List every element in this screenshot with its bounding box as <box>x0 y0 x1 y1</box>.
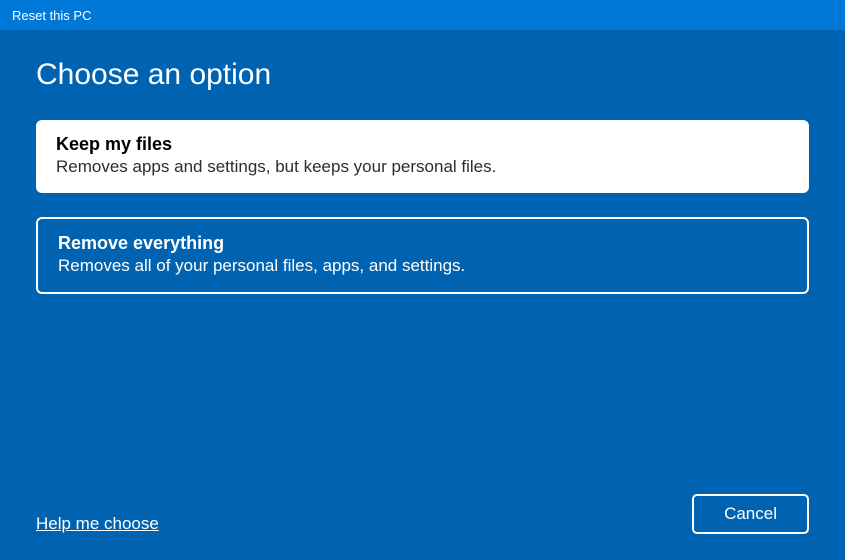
cancel-button[interactable]: Cancel <box>692 494 809 534</box>
help-me-choose-link[interactable]: Help me choose <box>36 514 159 534</box>
option-description: Removes apps and settings, but keeps you… <box>56 157 789 177</box>
content-area: Choose an option Keep my files Removes a… <box>0 30 845 560</box>
page-heading: Choose an option <box>36 58 809 92</box>
footer: Help me choose Cancel <box>36 494 809 534</box>
titlebar-title: Reset this PC <box>12 8 91 23</box>
option-remove-everything[interactable]: Remove everything Removes all of your pe… <box>36 217 809 294</box>
titlebar: Reset this PC <box>0 0 845 30</box>
option-title: Keep my files <box>56 134 789 155</box>
option-keep-my-files[interactable]: Keep my files Removes apps and settings,… <box>36 120 809 193</box>
option-title: Remove everything <box>58 233 787 254</box>
option-description: Removes all of your personal files, apps… <box>58 256 787 276</box>
